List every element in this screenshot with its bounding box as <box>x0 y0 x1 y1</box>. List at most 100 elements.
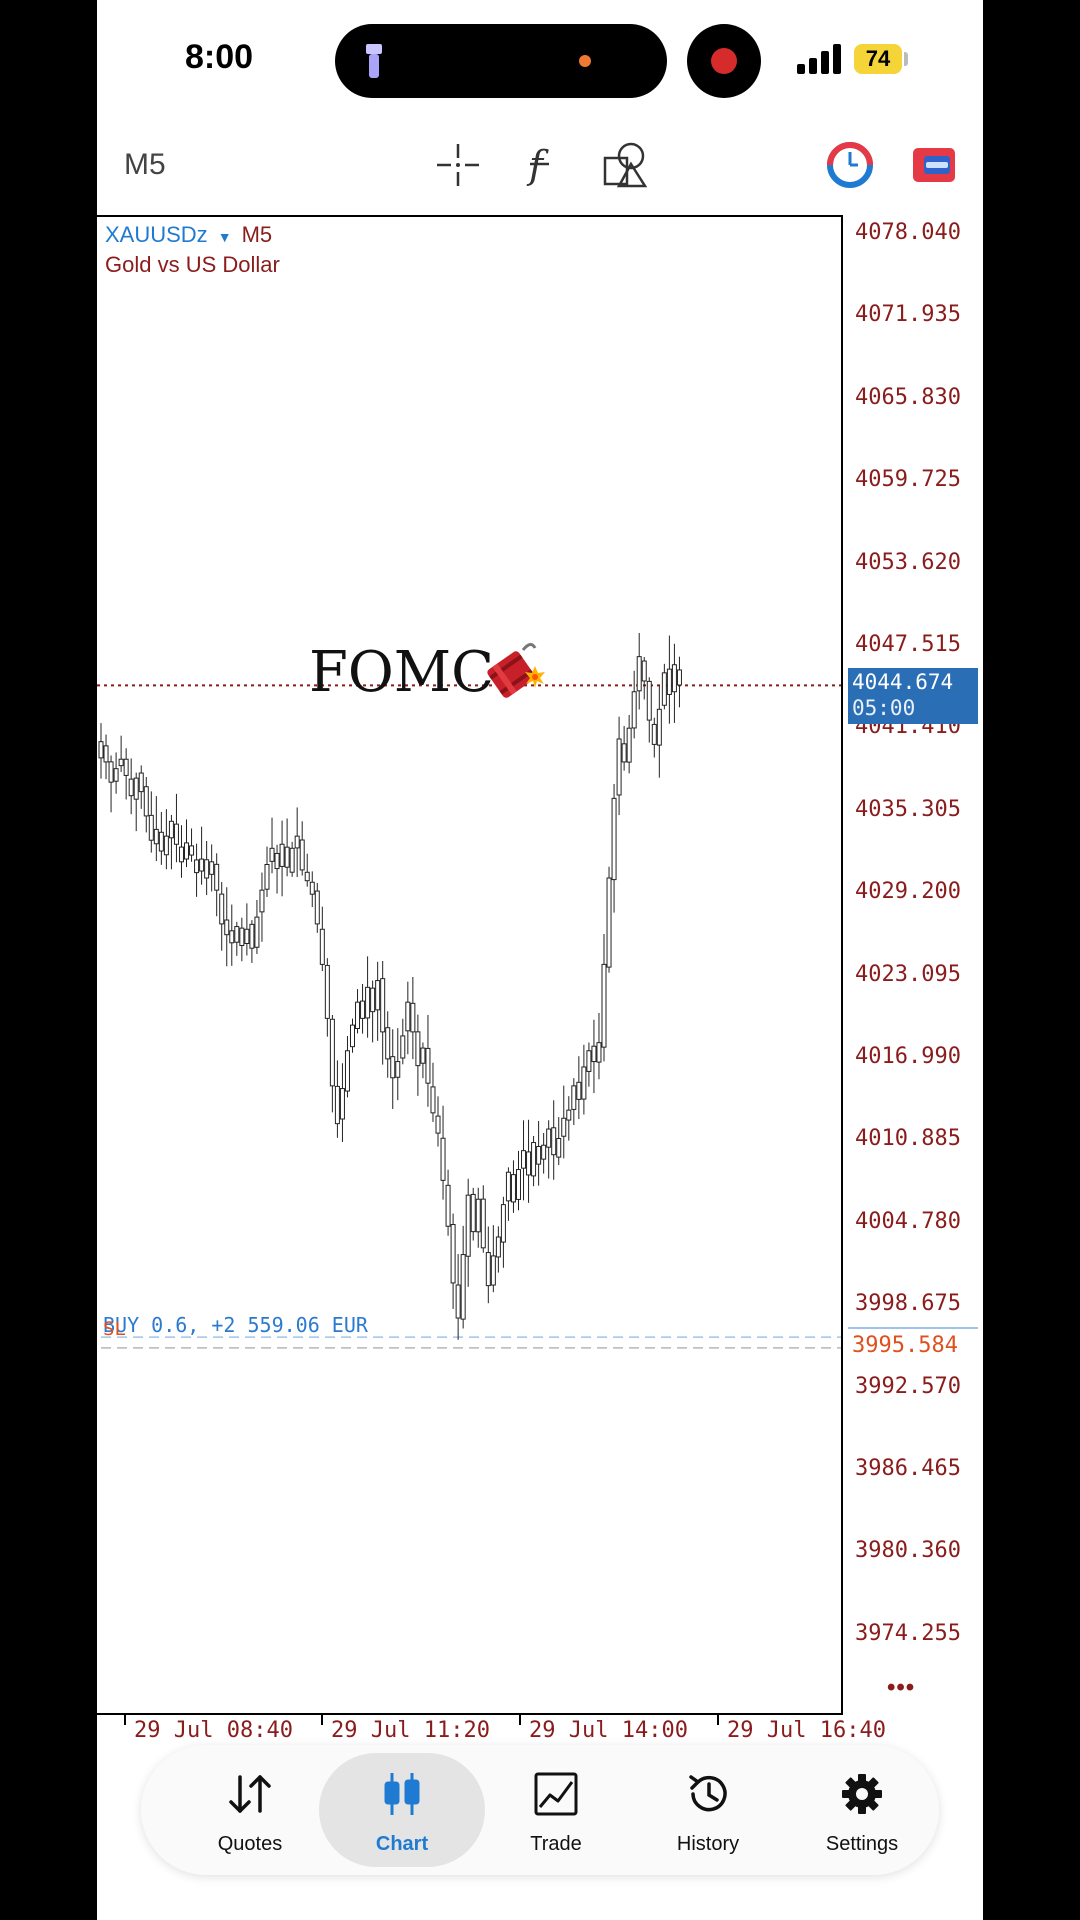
candle-body <box>470 1193 476 1233</box>
tab-quotes[interactable]: Quotes <box>175 1745 325 1875</box>
candle-body <box>671 664 677 693</box>
candle-body <box>284 846 290 868</box>
candle <box>581 1044 587 1115</box>
candle <box>631 670 637 739</box>
candle <box>666 635 672 724</box>
price-tick-label: 4059.725 <box>855 467 961 493</box>
candle-body <box>390 1056 396 1079</box>
chart-plot[interactable] <box>97 215 843 1715</box>
candle <box>541 1132 547 1174</box>
candle <box>189 828 195 862</box>
chart-symbol[interactable]: XAUUSDz ▼ M5 <box>105 222 272 248</box>
one-click-trading-icon[interactable] <box>825 140 875 190</box>
candle <box>405 981 411 1055</box>
account-icon[interactable] <box>909 140 959 190</box>
candle <box>480 1185 486 1253</box>
candle-body <box>440 1137 446 1181</box>
candle <box>395 1028 401 1101</box>
candle-body <box>621 743 627 763</box>
candle-body <box>430 1086 436 1114</box>
candle-body <box>676 669 682 686</box>
sl-price-box[interactable]: 3995.584 <box>848 1327 978 1361</box>
candle <box>224 887 230 967</box>
candle-body <box>561 1117 567 1137</box>
candle-body <box>269 847 275 862</box>
crosshair-icon[interactable] <box>433 140 483 190</box>
candle <box>304 853 310 887</box>
price-tick-label: 4078.040 <box>855 220 961 245</box>
candle <box>133 772 139 832</box>
time-tick-mark <box>519 1715 521 1725</box>
candle <box>641 656 647 700</box>
candle <box>500 1196 506 1268</box>
more-icon[interactable]: ••• <box>887 1674 915 1702</box>
candle-body <box>204 859 210 879</box>
candle <box>556 1117 562 1166</box>
candle <box>515 1150 521 1211</box>
tab-history[interactable]: History <box>633 1745 783 1875</box>
candle <box>113 752 119 794</box>
timeframe-button[interactable]: M5 <box>124 148 166 182</box>
tab-chart[interactable]: Chart <box>319 1745 485 1875</box>
candle <box>586 1042 592 1087</box>
candle-body <box>500 1204 506 1243</box>
candle-body <box>123 758 129 776</box>
symbol-name: XAUUSDz <box>105 222 208 247</box>
fomc-annotation: FOMC <box>309 640 494 705</box>
candle <box>194 843 200 897</box>
candle <box>148 791 154 853</box>
candle <box>214 853 220 917</box>
candle <box>309 871 315 908</box>
candle <box>450 1213 456 1309</box>
function-icon[interactable]: f <box>517 140 567 190</box>
tab-settings[interactable]: Settings <box>787 1745 937 1875</box>
candle <box>294 807 300 877</box>
candle <box>656 685 662 778</box>
time-tick-mark <box>717 1715 719 1725</box>
candle <box>415 1014 421 1096</box>
quotes-icon <box>229 1775 271 1813</box>
candle-body <box>365 986 371 1019</box>
candle <box>184 819 190 868</box>
candle <box>219 882 225 951</box>
candle <box>178 825 184 878</box>
position-label[interactable]: BUY 0.6, +2 559.06 EUR <box>103 1313 368 1337</box>
candle-body <box>656 708 662 746</box>
trade-icon <box>534 1772 578 1816</box>
candle <box>123 748 129 800</box>
candle-body <box>199 858 205 872</box>
candle-body <box>445 1184 451 1227</box>
candle-body <box>551 1127 557 1156</box>
price-tick-label: 4023.095 <box>855 961 961 987</box>
candle-body <box>143 786 149 817</box>
candle-body <box>279 843 285 867</box>
candle <box>420 1042 426 1079</box>
candle-body <box>405 1001 411 1032</box>
sl-line-label[interactable]: SL <box>103 1318 126 1340</box>
candle <box>254 899 260 954</box>
candle <box>455 1254 461 1340</box>
history-icon <box>689 1775 727 1812</box>
candle-body <box>319 928 325 965</box>
candle-body <box>536 1145 542 1165</box>
candle <box>551 1100 557 1180</box>
candle <box>259 872 265 942</box>
candle <box>546 1120 552 1179</box>
dynamite-icon <box>487 643 545 698</box>
candle-body <box>395 1061 401 1078</box>
candle <box>591 1019 597 1094</box>
dynamic-island <box>335 24 667 98</box>
candle <box>425 1014 431 1107</box>
symbol-description: Gold vs US Dollar <box>105 252 280 277</box>
candle <box>561 1085 567 1159</box>
candle <box>173 793 179 863</box>
candle <box>289 841 295 877</box>
time-tick-label: 29 Jul 16:40 <box>727 1718 886 1743</box>
candle <box>244 903 250 956</box>
candle-body <box>380 978 386 1033</box>
candle-body <box>259 889 265 913</box>
candle <box>339 1063 345 1143</box>
tab-trade[interactable]: Trade <box>481 1745 631 1875</box>
mic-indicator-icon <box>579 55 591 67</box>
shapes-icon[interactable] <box>601 140 651 190</box>
